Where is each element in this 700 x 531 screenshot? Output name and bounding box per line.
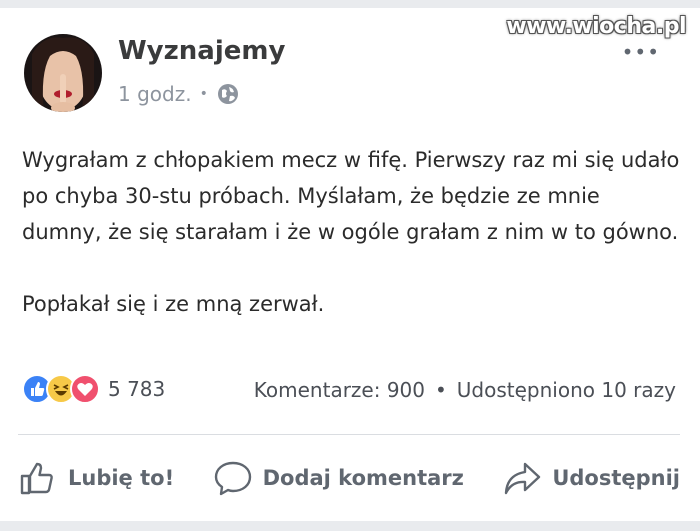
post-time[interactable]: 1 godz. <box>118 82 192 106</box>
thumbs-up-icon <box>20 462 53 495</box>
share-button[interactable]: Udostępnij <box>502 458 680 498</box>
post-paragraph: Wygrałam z chłopakiem mecz w fifę. Pierw… <box>22 148 680 244</box>
reaction-count: 5 783 <box>108 377 166 401</box>
divider <box>18 434 680 435</box>
reactions-summary[interactable]: 5 783 <box>22 374 165 404</box>
comment-icon <box>214 461 251 496</box>
share-label: Udostępnij <box>552 466 680 490</box>
meta-separator: • <box>199 86 208 102</box>
shares-count[interactable]: Udostępniono 10 razy <box>457 378 676 402</box>
page-name[interactable]: Wyznajemy <box>118 36 285 66</box>
like-button[interactable]: Lubię to! <box>18 458 174 498</box>
stats-separator: • <box>435 378 447 402</box>
share-icon <box>505 462 541 495</box>
post-meta: 1 godz. • <box>118 82 240 106</box>
like-label: Lubię to! <box>68 466 175 490</box>
comment-label: Dodaj komentarz <box>262 466 464 490</box>
more-options-icon[interactable]: ••• <box>622 42 660 62</box>
avatar[interactable] <box>24 34 102 112</box>
post-paragraph: Popłakał się i ze mną zerwał. <box>22 292 325 316</box>
engagement-stats: Komentarze: 900 • Udostępniono 10 razy <box>254 378 676 402</box>
comment-button[interactable]: Dodaj komentarz <box>213 458 464 498</box>
globe-icon <box>216 82 240 106</box>
comments-count[interactable]: Komentarze: 900 <box>254 378 425 402</box>
action-bar: Lubię to! Dodaj komentarz Udostępnij <box>18 454 680 502</box>
love-icon <box>70 374 100 404</box>
watermark: www.wiocha.pl <box>506 14 686 39</box>
post-text: Wygrałam z chłopakiem mecz w fifę. Pierw… <box>22 142 682 322</box>
post-card: www.wiocha.pl ••• Wyznajemy 1 godz. • Wy… <box>0 8 700 521</box>
